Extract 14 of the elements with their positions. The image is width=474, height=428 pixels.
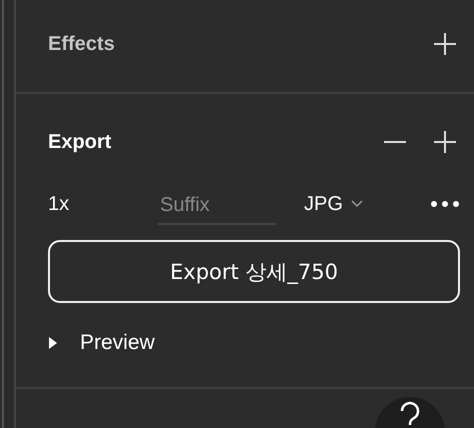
preview-toggle[interactable]: Preview bbox=[48, 331, 155, 355]
scale-value: 1x bbox=[48, 192, 70, 216]
more-icon bbox=[430, 200, 460, 208]
section-title: Export bbox=[48, 130, 112, 154]
export-button[interactable]: Export 상세_750 bbox=[48, 240, 460, 303]
add-icon bbox=[433, 32, 457, 56]
help-icon bbox=[399, 401, 421, 428]
chevron-down-icon bbox=[350, 200, 363, 208]
suffix-field[interactable]: Suffix bbox=[158, 183, 276, 225]
caret-icon bbox=[48, 337, 58, 349]
add-icon bbox=[433, 130, 457, 154]
section-title: Effects bbox=[48, 32, 116, 56]
remove-icon bbox=[383, 140, 407, 144]
format-dropdown[interactable]: JPG bbox=[304, 192, 363, 216]
